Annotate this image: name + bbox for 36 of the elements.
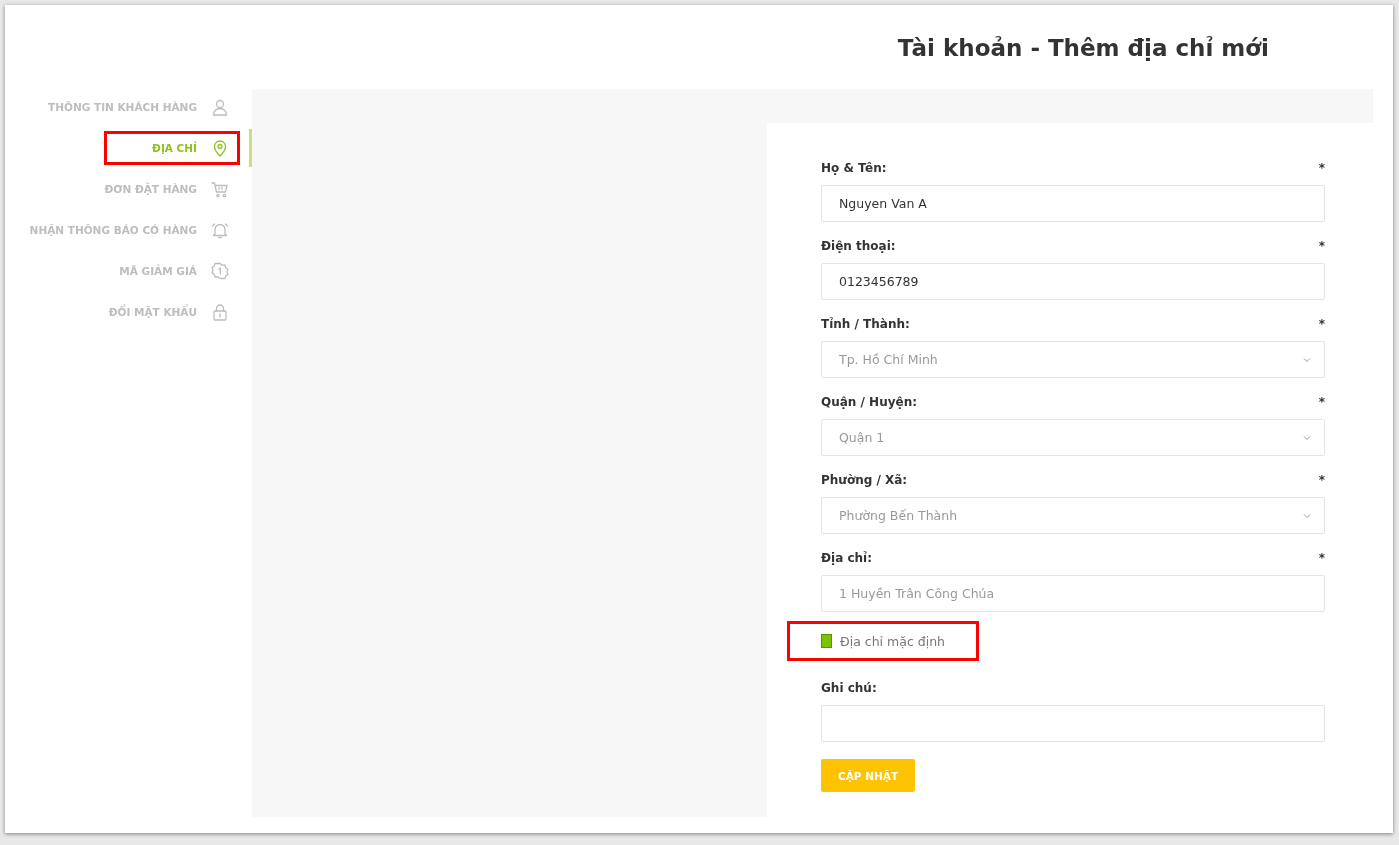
input-field[interactable] — [821, 705, 1325, 742]
person-icon — [211, 98, 229, 116]
required-mark: * — [1318, 473, 1325, 489]
required-mark: * — [1318, 161, 1325, 177]
input-field[interactable]: 0123456789 — [821, 263, 1325, 300]
sidebar-item[interactable]: THÔNG TIN KHÁCH HÀNG — [5, 95, 252, 119]
coupon-badge-icon — [211, 262, 229, 280]
sidebar-item[interactable]: NHẬN THÔNG BÁO CÓ HÀNG — [5, 218, 252, 242]
select-field[interactable]: Phường Bến Thành — [821, 497, 1325, 534]
lock-icon — [211, 303, 229, 321]
checkbox-label: Địa chỉ mặc định — [840, 633, 945, 649]
required-mark: * — [1318, 317, 1325, 333]
field-label: Họ & Tên: — [821, 161, 887, 177]
field-label: Điện thoại: — [821, 239, 896, 255]
required-mark: * — [1318, 395, 1325, 411]
required-mark: * — [1318, 239, 1325, 255]
required-mark: * — [1318, 551, 1325, 567]
field-label: Địa chỉ: — [821, 551, 872, 567]
select-field[interactable]: Tp. Hồ Chí Minh — [821, 341, 1325, 378]
location-pin-icon — [211, 139, 229, 157]
sidebar-item[interactable]: ĐỔI MẬT KHẨU — [5, 300, 252, 324]
sidebar-item[interactable]: MÃ GIẢM GIÁ — [5, 259, 252, 283]
input-field[interactable]: Nguyen Van A — [821, 185, 1325, 222]
cart-icon — [211, 180, 229, 198]
checkbox[interactable] — [821, 634, 833, 648]
field-label: Phường / Xã: — [821, 473, 908, 489]
bell-icon — [211, 221, 229, 239]
select-field[interactable]: Quận 1 — [821, 419, 1325, 456]
page-title: Tài khoản - Thêm địa chỉ mới — [897, 35, 1269, 63]
field-label: Tỉnh / Thành: — [821, 317, 910, 333]
input-field[interactable]: 1 Huyền Trân Công Chúa — [821, 575, 1325, 612]
sidebar-item[interactable]: ĐƠN ĐẶT HÀNG — [5, 177, 252, 201]
update-button[interactable]: CẬP NHẬT — [821, 759, 916, 792]
field-label: Quận / Huyện: — [821, 395, 917, 411]
sidebar-item[interactable]: ĐỊA CHỈ — [5, 129, 252, 167]
field-label: Ghi chú: — [821, 681, 877, 697]
